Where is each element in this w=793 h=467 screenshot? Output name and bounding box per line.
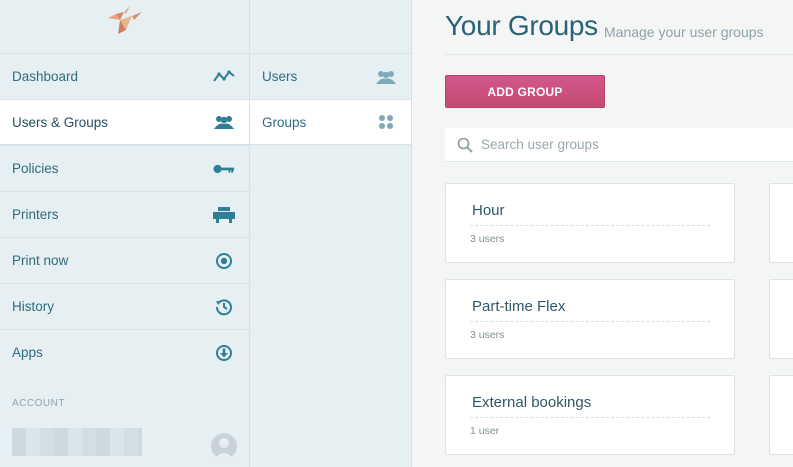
target-icon <box>213 250 235 272</box>
group-card-partial[interactable] <box>769 375 793 455</box>
account-section-label: ACCOUNT <box>12 398 65 409</box>
group-card-partial[interactable] <box>769 183 793 263</box>
sidebar-item-label: Printers <box>12 207 59 222</box>
group-card-partial[interactable] <box>769 279 793 359</box>
sidebar-item-users-groups[interactable]: Users & Groups <box>0 99 249 145</box>
title-divider <box>445 54 793 55</box>
card-divider <box>470 321 710 322</box>
users-groups-subnav: Users Groups <box>250 0 412 467</box>
sidebar-item-apps[interactable]: Apps <box>0 329 249 375</box>
users-icon <box>375 66 397 88</box>
main-content: Your Groups Manage your user groups ADD … <box>412 0 793 467</box>
sidebar-item-history[interactable]: History <box>0 283 249 329</box>
group-name: Hour <box>472 202 505 219</box>
avatar[interactable] <box>211 433 237 459</box>
page-title: Your Groups <box>445 10 598 41</box>
history-icon <box>213 296 235 318</box>
group-user-count: 3 users <box>470 233 505 245</box>
sidebar-item-label: History <box>12 299 55 314</box>
add-group-button[interactable]: ADD GROUP <box>445 75 605 108</box>
sidebar-item-print-now[interactable]: Print now <box>0 237 249 283</box>
printer-icon <box>213 204 235 226</box>
key-icon <box>213 158 235 180</box>
subnav-item-label: Users <box>262 69 298 84</box>
activity-icon <box>213 66 235 88</box>
sidebar-item-label: Print now <box>12 253 69 268</box>
sidebar-item-printers[interactable]: Printers <box>0 191 249 237</box>
download-icon <box>213 342 235 364</box>
hummingbird-logo-icon[interactable] <box>104 4 144 40</box>
sidebar-item-label: Policies <box>12 161 59 176</box>
group-user-count: 3 users <box>470 329 505 341</box>
group-card[interactable]: Hour 3 users <box>445 183 735 263</box>
subnav-item-label: Groups <box>262 114 307 130</box>
sidebar-item-label: Apps <box>12 345 43 360</box>
group-user-count: 1 user <box>470 425 500 437</box>
page-subtitle: Manage your user groups <box>604 24 764 40</box>
sidebar-item-dashboard[interactable]: Dashboard <box>0 53 249 99</box>
subnav-item-users[interactable]: Users <box>250 53 411 99</box>
search-input[interactable] <box>481 137 781 152</box>
search-bar[interactable] <box>445 128 793 162</box>
main-sidebar: Dashboard Users & Groups Policies Printe… <box>0 0 250 467</box>
group-card[interactable]: External bookings 1 user <box>445 375 735 455</box>
grid-dots-icon <box>375 111 397 133</box>
account-name-blurred[interactable] <box>12 428 142 456</box>
sidebar-item-policies[interactable]: Policies <box>0 145 249 191</box>
search-icon <box>457 137 473 153</box>
group-name: External bookings <box>472 394 592 411</box>
sidebar-item-label: Dashboard <box>12 69 79 84</box>
card-divider <box>470 225 710 226</box>
user-silhouette-icon <box>214 438 234 459</box>
sidebar-item-label: Users & Groups <box>12 114 109 130</box>
group-card[interactable]: Part-time Flex 3 users <box>445 279 735 359</box>
group-name: Part-time Flex <box>472 298 566 315</box>
users-icon <box>213 111 235 133</box>
card-divider <box>470 417 710 418</box>
subnav-item-groups[interactable]: Groups <box>250 99 411 145</box>
